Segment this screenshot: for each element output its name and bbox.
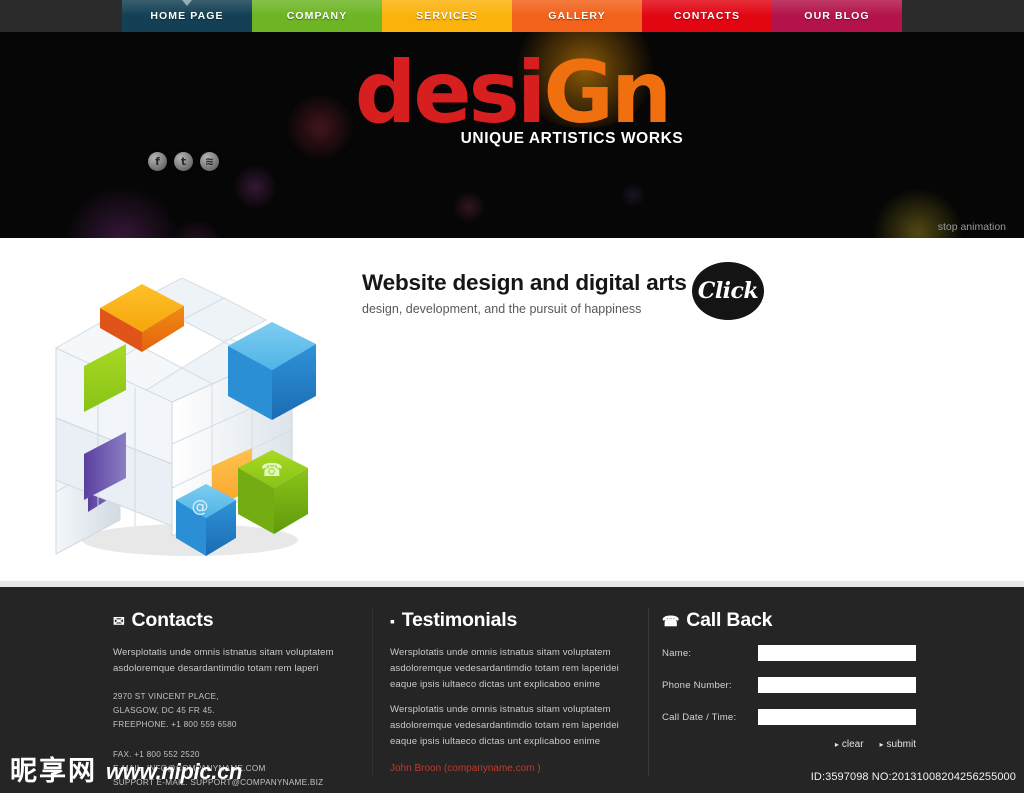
logo-part-d: d — [354, 43, 417, 143]
nav-item-gallery[interactable]: GALLERY — [512, 0, 642, 32]
phone-icon: ☎ — [662, 612, 680, 629]
speech-bubble-icon: ▪ — [390, 612, 395, 629]
click-button[interactable]: Click — [692, 262, 764, 320]
nav-item-home-page[interactable]: HOME PAGE — [122, 0, 252, 32]
caret-right-icon: ▸ — [879, 740, 884, 749]
site-logo[interactable]: desiGn UNIQUE ARTISTICS WORKS f t ≋ — [0, 50, 1024, 171]
footer-divider-left — [372, 608, 373, 776]
watermark-url: www.nipic.cn — [106, 758, 243, 784]
main-navigation: HOME PAGE COMPANY SERVICES GALLERY CONTA… — [0, 0, 1024, 32]
bokeh-circle — [620, 182, 646, 208]
twitter-icon[interactable]: t — [174, 152, 193, 171]
submit-button[interactable]: ▸ submit — [880, 739, 916, 750]
contacts-heading: ✉ Contacts — [113, 609, 363, 632]
submit-button-label: submit — [886, 739, 916, 750]
testimonials-heading-label: Testimonials — [401, 609, 518, 631]
page-title: Website design and digital arts — [362, 270, 687, 295]
nav-left-spacer — [0, 0, 122, 32]
nav-label: HOME PAGE — [150, 10, 224, 22]
contacts-heading-label: Contacts — [131, 609, 214, 631]
contacts-intro-text: Wersplotatis unde omnis istnatus sitam v… — [113, 647, 334, 674]
nav-label: CONTACTS — [673, 10, 741, 22]
hero-banner: desiGn UNIQUE ARTISTICS WORKS f t ≋ stop… — [0, 32, 1024, 238]
callback-heading: ☎ Call Back — [662, 609, 942, 632]
call-date-time-label: Call Date / Time: — [662, 711, 737, 723]
call-date-time-input[interactable] — [758, 709, 916, 725]
nav-label: OUR BLOG — [804, 10, 870, 22]
bokeh-circle — [58, 187, 186, 238]
phone-number-input[interactable] — [758, 677, 916, 693]
logo-part-esi: esi — [413, 43, 546, 143]
nav-item-services[interactable]: SERVICES — [382, 0, 512, 32]
hero-heading-block: Website design and digital arts design, … — [362, 270, 687, 316]
stop-animation-button[interactable]: stop animation — [938, 221, 1006, 233]
svg-text:☎: ☎ — [261, 460, 283, 481]
social-links: f t ≋ — [148, 152, 1024, 171]
name-input[interactable] — [758, 645, 916, 661]
main-content: @ ☎ Website design and digital arts desi… — [0, 238, 1024, 585]
address-line: GLASGOW, DC 45 FR 45. — [113, 706, 215, 715]
clear-button[interactable]: ▸ clear — [835, 739, 864, 750]
testimonial-quote: Wersplotatis unde omnis istnatus sitam v… — [390, 647, 619, 690]
nav-label: GALLERY — [548, 10, 606, 22]
logo-part-gn: Gn — [543, 43, 672, 143]
nav-active-arrow-icon — [182, 0, 192, 6]
page-root: HOME PAGE COMPANY SERVICES GALLERY CONTA… — [0, 0, 1024, 793]
callback-heading-label: Call Back — [686, 609, 773, 631]
nav-item-contacts[interactable]: CONTACTS — [642, 0, 772, 32]
page-subtitle: design, development, and the pursuit of … — [362, 302, 642, 316]
bokeh-circle — [452, 190, 486, 224]
contacts-address: 2970 ST VINCENT PLACE, GLASGOW, DC 45 FR… — [113, 690, 363, 733]
testimonial-author-link[interactable]: John Broon (companyname.com ) — [390, 763, 640, 774]
logo-text: desiGn — [355, 50, 672, 136]
phone-number-label: Phone Number: — [662, 679, 732, 691]
caret-right-icon: ▸ — [834, 740, 839, 749]
facebook-icon[interactable]: f — [148, 152, 167, 171]
clear-button-label: clear — [841, 739, 864, 750]
form-row-phone: Phone Number: — [662, 677, 942, 693]
testimonial-quote: Wersplotatis unde omnis istnatus sitam v… — [390, 704, 619, 748]
footer-divider-right — [648, 608, 649, 776]
callback-form-actions: ▸ clear ▸ submit — [662, 739, 916, 750]
svg-text:@: @ — [192, 497, 209, 517]
address-line: 2970 ST VINCENT PLACE, — [113, 691, 219, 701]
address-line: FREEPHONE. +1 800 559 6580 — [113, 720, 237, 730]
rss-icon[interactable]: ≋ — [200, 152, 219, 171]
footer-column-callback: ☎ Call Back Name: Phone Number: Call Dat… — [662, 609, 942, 750]
form-row-datetime: Call Date / Time: — [662, 709, 942, 725]
form-row-name: Name: — [662, 645, 942, 661]
nav-item-company[interactable]: COMPANY — [252, 0, 382, 32]
watermark-logo-text: 昵享网 — [10, 756, 97, 787]
name-label: Name: — [662, 647, 692, 659]
watermark: 昵享网 www.nipic.cn — [10, 758, 242, 785]
cube-illustration: @ ☎ — [40, 278, 340, 568]
envelope-icon: ✉ — [113, 612, 125, 629]
nav-label: SERVICES — [416, 10, 478, 22]
stock-id-text: ID:3597098 NO:20131008204256255000 — [810, 771, 1016, 783]
nav-label: COMPANY — [286, 10, 348, 22]
footer-column-testimonials: ▪ Testimonials Wersplotatis unde omnis i… — [390, 609, 640, 774]
testimonials-heading: ▪ Testimonials — [390, 609, 640, 632]
nav-item-our-blog[interactable]: OUR BLOG — [772, 0, 902, 32]
nav-right-spacer — [902, 0, 1022, 32]
